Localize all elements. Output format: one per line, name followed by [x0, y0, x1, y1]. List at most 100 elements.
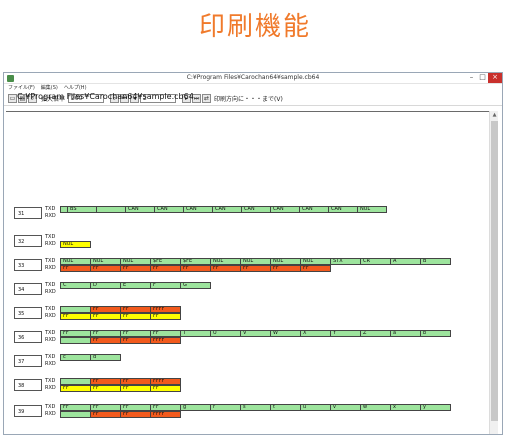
byte-cell: FF	[150, 265, 181, 272]
byte-cell: CAN	[183, 206, 213, 213]
byte-cell: Y	[330, 330, 361, 337]
rxd-label: RXD	[45, 213, 56, 219]
byte-cell: BS	[67, 206, 97, 213]
byte-cell: FF	[120, 411, 151, 418]
byte-cell: NUL	[120, 258, 151, 265]
rxd-lane: FFFFFFFF	[60, 337, 181, 344]
byte-cell: FF	[90, 385, 121, 392]
byte-cell: NUL	[300, 258, 331, 265]
byte-cell: FF	[300, 265, 331, 272]
byte-cell: c	[60, 354, 91, 361]
scroll-up-icon[interactable]: ▲	[490, 111, 499, 119]
rxd-lane: NUL	[60, 241, 91, 248]
txd-label: TXD	[45, 258, 56, 264]
byte-cell: CAN	[154, 206, 184, 213]
byte-cell: FF	[90, 404, 121, 411]
txd-lane: FF FF FFFF	[60, 378, 181, 385]
byte-cell	[60, 411, 91, 418]
txd-lane: FF FF FFFF	[60, 306, 181, 313]
byte-cell: r	[210, 404, 241, 411]
byte-cell: FF	[120, 404, 151, 411]
byte-cell: u	[300, 404, 331, 411]
byte-cell: FF	[90, 378, 121, 385]
byte-cell	[60, 378, 91, 385]
byte-cell: FF	[60, 385, 91, 392]
byte-cell: FF	[90, 337, 121, 344]
rxd-label: RXD	[45, 337, 56, 343]
row-number: 37	[14, 355, 42, 367]
byte-cell: FF	[60, 404, 91, 411]
txd-lane: CDEFG	[60, 282, 211, 289]
rxd-lane: FFFFFFFF	[60, 313, 181, 320]
txd-label: TXD	[45, 306, 56, 312]
byte-cell: FF	[120, 330, 151, 337]
byte-cell: NUL	[210, 258, 241, 265]
window-controls: – □ ×	[466, 73, 502, 83]
byte-cell: t	[270, 404, 301, 411]
row-number: 35	[14, 307, 42, 319]
byte-cell: NUL	[90, 258, 121, 265]
rxd-label: RXD	[45, 385, 56, 391]
byte-cell: C	[60, 282, 91, 289]
byte-cell: FF	[150, 313, 181, 320]
close-icon[interactable]: ×	[488, 73, 502, 83]
byte-cell: FF	[120, 313, 151, 320]
menu-edit[interactable]: 編集(S)	[41, 84, 58, 92]
direction-icon[interactable]: ⇄	[202, 94, 212, 103]
byte-cell: d	[90, 354, 121, 361]
byte-cell: FF	[240, 265, 271, 272]
maximize-icon[interactable]: □	[477, 73, 488, 83]
byte-cell: D	[90, 282, 121, 289]
row-number: 32	[14, 235, 42, 247]
byte-cell: FF	[90, 330, 121, 337]
byte-cell: CAN	[241, 206, 271, 213]
row-number: 39	[14, 405, 42, 417]
byte-cell: FF	[120, 337, 151, 344]
rxd-lane: FF FF FF FF FF FF FF FF FF	[60, 265, 331, 272]
row-number: 33	[14, 259, 42, 271]
byte-cell: FFFF	[150, 378, 181, 385]
byte-cell: NUL	[240, 258, 271, 265]
rxd-label: RXD	[45, 361, 56, 367]
byte-cell	[60, 337, 91, 344]
minimize-icon[interactable]: –	[466, 73, 477, 83]
byte-cell: FF	[90, 411, 121, 418]
vertical-scrollbar[interactable]: ▲	[489, 111, 498, 434]
window-title: C:¥Program Files¥Carochan64¥sample.cb64	[186, 74, 320, 81]
byte-cell: $FE	[180, 258, 211, 265]
txd-label: TXD	[45, 354, 56, 360]
menu-file[interactable]: ファイル(F)	[8, 84, 35, 92]
byte-cell: CAN	[125, 206, 155, 213]
rxd-label: RXD	[45, 411, 56, 417]
byte-cell: FFFF	[150, 337, 181, 344]
rxd-label: RXD	[45, 265, 56, 271]
byte-cell: CAN	[328, 206, 358, 213]
byte-cell: FF	[120, 306, 151, 313]
txd-lane: BS CAN CAN CAN CAN CAN CAN CAN CAN NUL	[60, 206, 387, 213]
byte-cell: Z	[360, 330, 391, 337]
byte-cell: w	[360, 404, 391, 411]
byte-cell: FF	[60, 265, 91, 272]
byte-cell: FF	[120, 265, 151, 272]
page-heading: 印刷機能	[198, 12, 311, 42]
txd-label: TXD	[45, 378, 56, 384]
byte-cell: FF	[90, 313, 121, 320]
row-number: 36	[14, 331, 42, 343]
rxd-label: RXD	[45, 313, 56, 319]
byte-cell: STX	[330, 258, 361, 265]
byte-cell: FF	[150, 330, 181, 337]
row-number: 38	[14, 379, 42, 391]
scroll-thumb[interactable]	[491, 121, 498, 421]
byte-cell: F	[150, 282, 181, 289]
byte-cell: x	[390, 404, 421, 411]
direction-label[interactable]: 印刷方向に・・・まで(V)	[214, 94, 283, 103]
byte-cell: NUL	[60, 258, 91, 265]
menu-help[interactable]: ヘルプ(H)	[64, 84, 87, 92]
rxd-lane: FFFFFFFF	[60, 411, 181, 418]
print-icon[interactable]: ▭	[8, 94, 17, 103]
txd-label: TXD	[45, 206, 56, 212]
byte-cell: FF	[270, 265, 301, 272]
byte-cell: G	[180, 282, 211, 289]
byte-cell: CR	[360, 258, 391, 265]
byte-cell: U	[210, 330, 241, 337]
